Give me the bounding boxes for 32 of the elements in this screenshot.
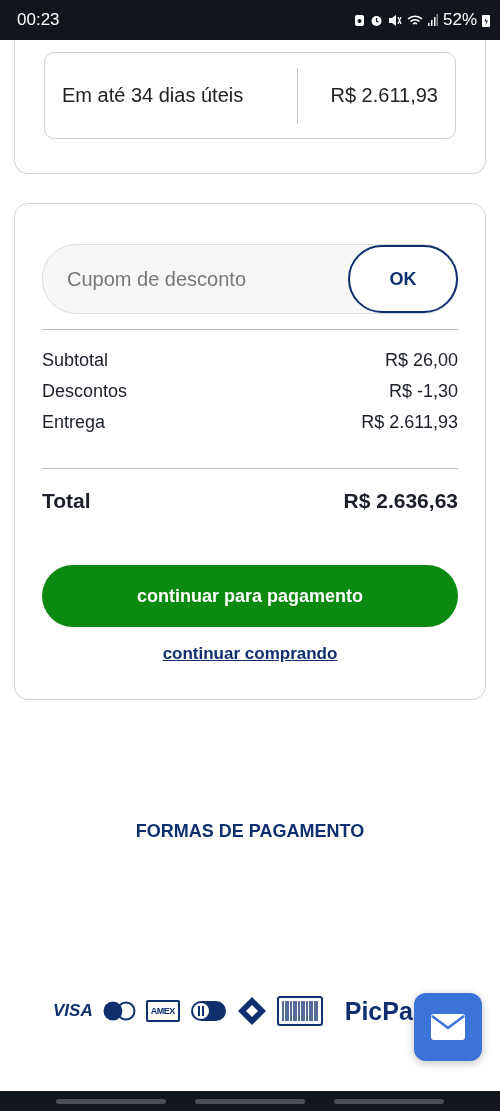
wifi-icon — [406, 13, 423, 27]
envelope-icon — [431, 1014, 465, 1040]
summary-value: R$ 26,00 — [384, 350, 458, 371]
summary-label: Subtotal — [42, 350, 109, 371]
mute-icon — [387, 13, 402, 27]
summary-value: R$ -1,30 — [388, 381, 458, 402]
continue-shopping-link[interactable]: continuar comprando — [162, 644, 338, 664]
status-time: 00:23 — [17, 10, 60, 30]
coupon-field[interactable]: Cupom de desconto OK — [42, 244, 458, 314]
alarm-icon — [369, 13, 383, 27]
total-value: R$ 2.636,63 — [343, 489, 458, 513]
picpay-logo: PicPa — [344, 996, 413, 1026]
visa-logo: VISA — [53, 1001, 93, 1021]
barcode-icon — [276, 996, 323, 1026]
diamond-logo-icon — [236, 996, 267, 1026]
nav-handle[interactable] — [195, 1098, 305, 1104]
summary-value: R$ 2.611,93 — [361, 412, 458, 433]
continue-to-payment-button[interactable]: continuar para pagamento — [42, 565, 458, 627]
battery-icon — [482, 13, 490, 27]
total-label: Total — [42, 489, 91, 513]
message-button[interactable] — [414, 993, 482, 1061]
battery-percentage: 52% — [442, 10, 477, 30]
signal-icon — [427, 13, 438, 27]
summary-label: Descontos — [42, 381, 128, 402]
nav-handle[interactable] — [56, 1098, 166, 1104]
payment-methods-heading: FORMAS DE PAGAMENTO — [135, 821, 365, 842]
ok-button[interactable]: OK — [348, 245, 458, 313]
nav-handle[interactable] — [334, 1098, 444, 1104]
summary-label: Entrega — [42, 412, 106, 433]
two-circles-logo-icon — [102, 1001, 136, 1021]
shipping-option[interactable]: Em até 34 dias úteis R$ 2.611,93 — [44, 52, 456, 139]
amex-logo: AMEX — [145, 1000, 180, 1022]
